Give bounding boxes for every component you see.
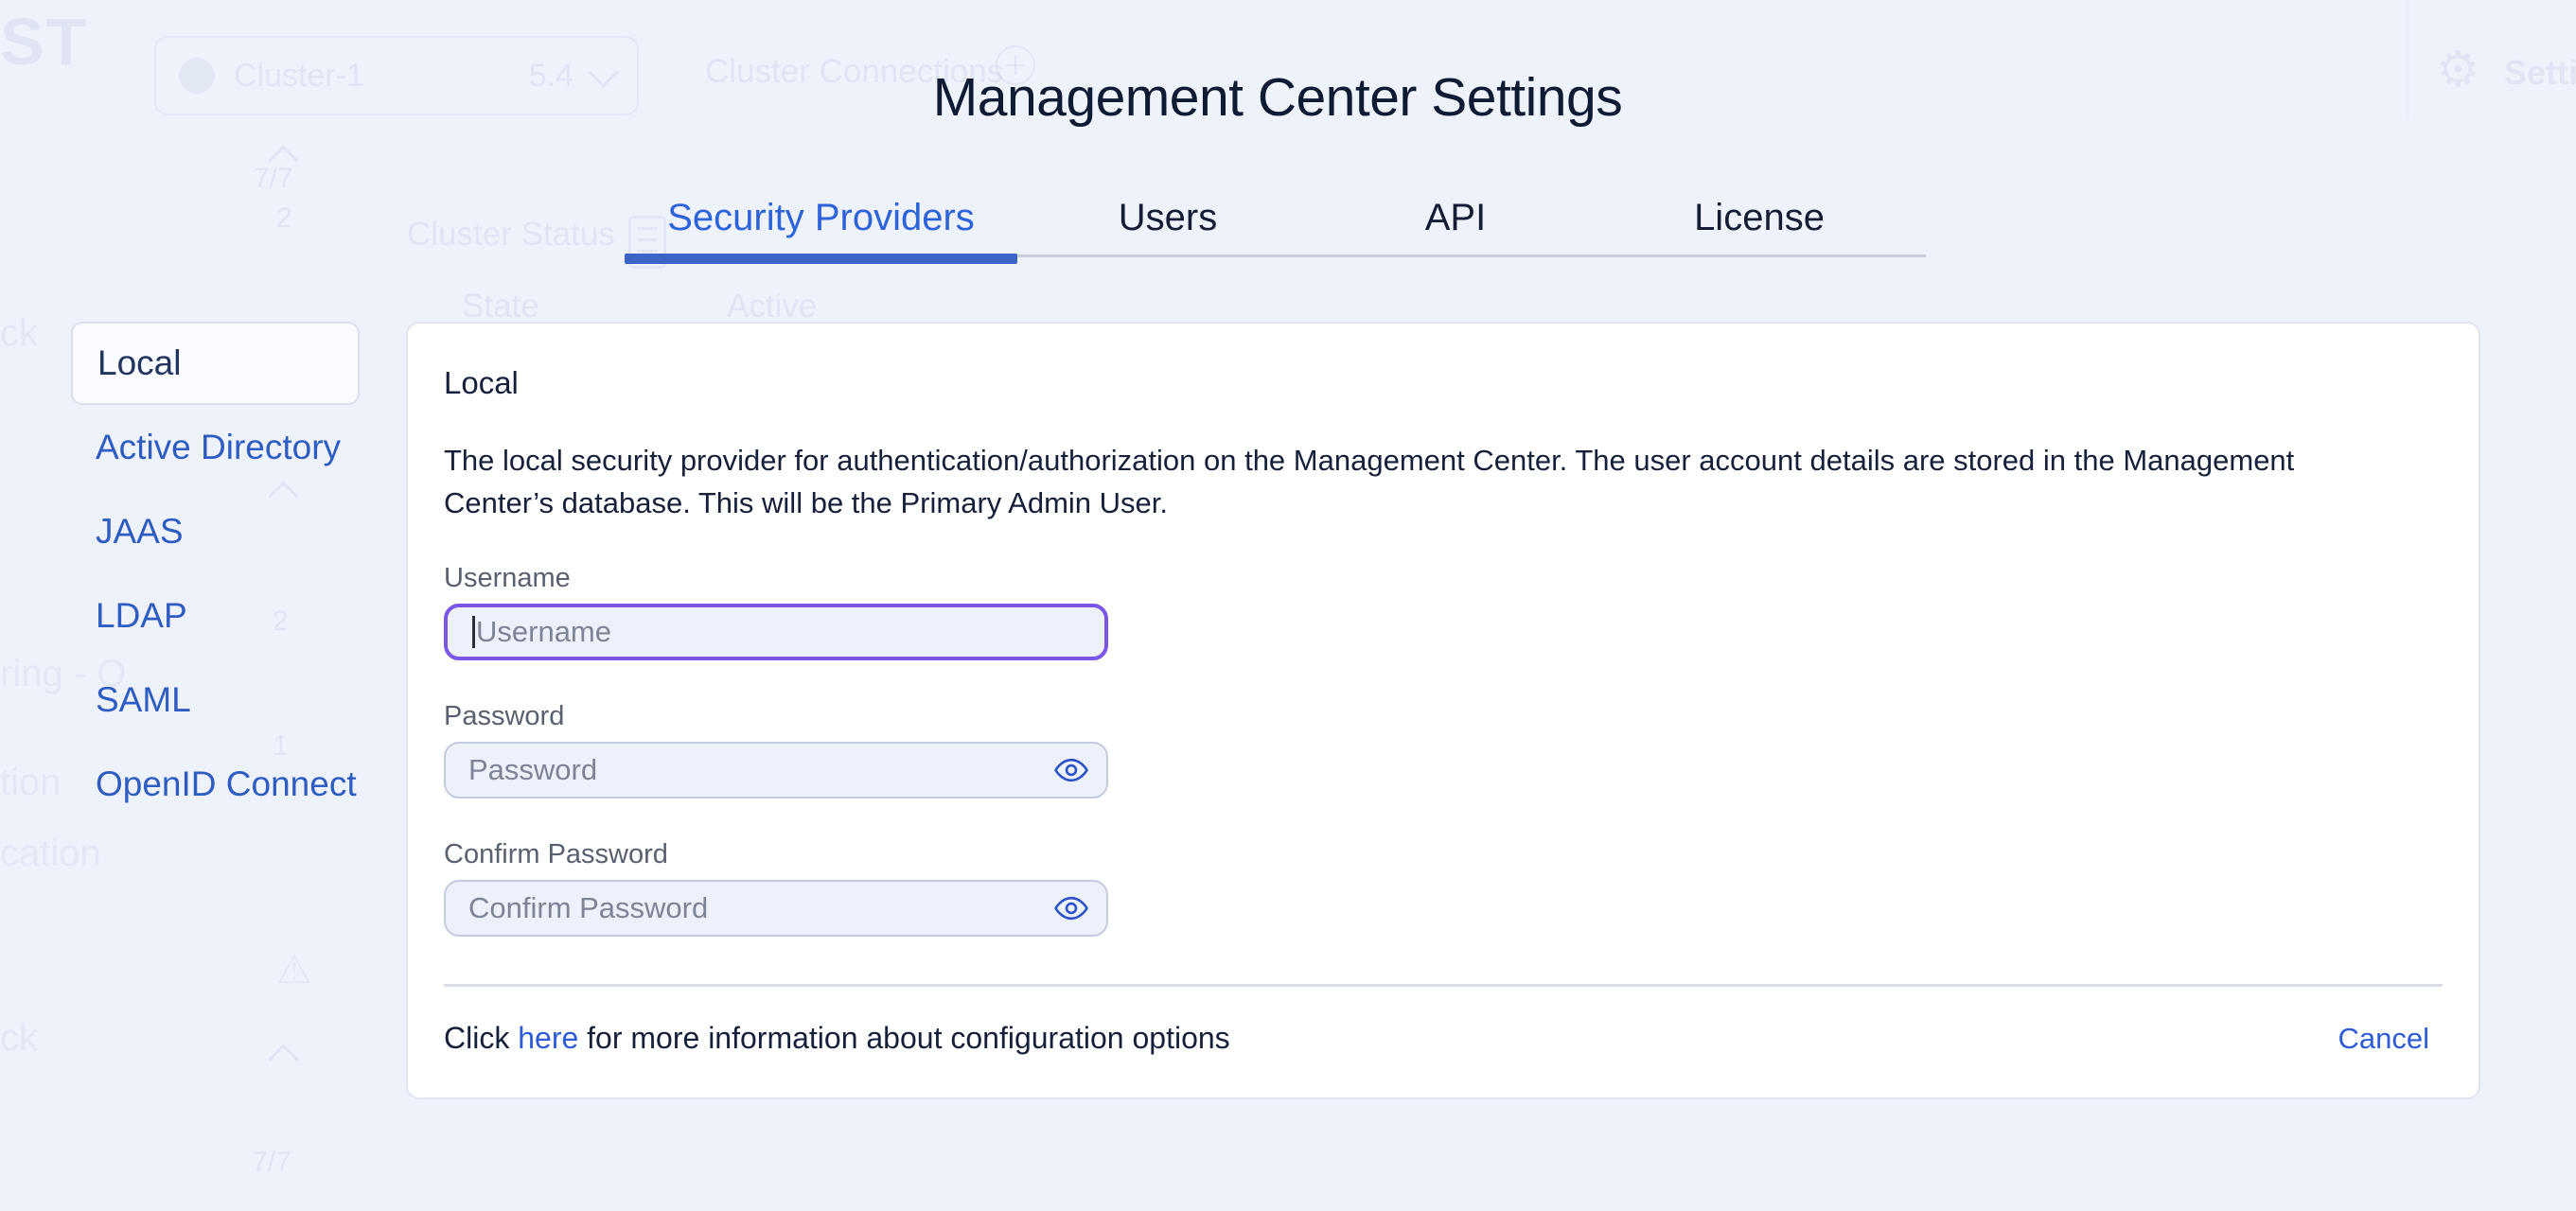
local-provider-panel: Local The local security provider for au…	[406, 322, 2480, 1099]
security-provider-sidebar: Local Active Directory JAAS LDAP SAML Op…	[71, 322, 360, 826]
background-badge: 2	[276, 202, 292, 234]
footer-divider	[444, 984, 2443, 987]
cancel-button[interactable]: Cancel	[2338, 1022, 2430, 1056]
sidebar-item-openid-connect[interactable]: OpenID Connect	[71, 742, 360, 826]
confirm-password-field-group: Confirm Password	[444, 838, 2443, 937]
username-label: Username	[444, 563, 571, 593]
background-text-fragment: cation	[0, 833, 101, 874]
panel-footer: Click here for more information about co…	[444, 1021, 2443, 1056]
sidebar-item-saml[interactable]: SAML	[71, 658, 360, 742]
confirm-password-input-wrap	[444, 880, 1108, 937]
background-text-fragment: tion	[0, 762, 62, 803]
sidebar-item-local[interactable]: Local	[71, 322, 360, 405]
panel-description: The local security provider for authenti…	[444, 444, 2295, 519]
background-cluster-status-label: Cluster Status	[407, 216, 615, 253]
footer-text-after: for more information about configuration…	[578, 1021, 1230, 1055]
tab-api[interactable]: API	[1318, 195, 1593, 254]
password-input-wrap	[444, 742, 1108, 799]
username-input-wrap	[444, 604, 1108, 660]
warning-icon: ⚠	[276, 946, 312, 992]
background-badge: 7/7	[254, 163, 293, 194]
footer-text-before: Click	[444, 1021, 519, 1055]
text-cursor	[472, 616, 475, 648]
tab-security-providers[interactable]: Security Providers	[625, 195, 1017, 254]
password-field-group: Password	[444, 700, 2443, 799]
background-active-label: Active	[727, 288, 818, 325]
background-text-fragment: ck	[0, 312, 38, 354]
sidebar-item-ldap[interactable]: LDAP	[71, 573, 360, 658]
tab-users[interactable]: Users	[1017, 195, 1318, 254]
eye-icon[interactable]	[1050, 890, 1093, 926]
confirm-password-input[interactable]	[446, 882, 1106, 935]
management-center-settings-page: ST Cluster-1 5.4 Cluster Connections ⚙ S…	[0, 0, 2576, 1211]
username-field-group: Username	[444, 562, 2443, 660]
background-text-fragment: ck	[0, 1017, 38, 1059]
eye-icon[interactable]	[1050, 752, 1093, 788]
confirm-password-label: Confirm Password	[444, 839, 668, 869]
background-badge: 7/7	[252, 1147, 291, 1178]
tab-license[interactable]: License	[1593, 195, 1926, 254]
page-title: Management Center Settings	[932, 67, 1623, 129]
username-input[interactable]	[448, 607, 1104, 657]
sidebar-item-active-directory[interactable]: Active Directory	[71, 405, 360, 489]
sidebar-item-jaas[interactable]: JAAS	[71, 489, 360, 573]
background-state-label: State	[462, 288, 539, 325]
tab-bar: Security Providers Users API License	[625, 195, 1926, 264]
password-label: Password	[444, 701, 565, 731]
password-input[interactable]	[446, 744, 1106, 797]
footer-help-text: Click here for more information about co…	[444, 1021, 1230, 1056]
active-tab-indicator	[625, 254, 1017, 264]
here-link[interactable]: here	[518, 1021, 578, 1055]
panel-heading: Local	[444, 365, 519, 400]
chevron-up-icon	[268, 1044, 299, 1075]
